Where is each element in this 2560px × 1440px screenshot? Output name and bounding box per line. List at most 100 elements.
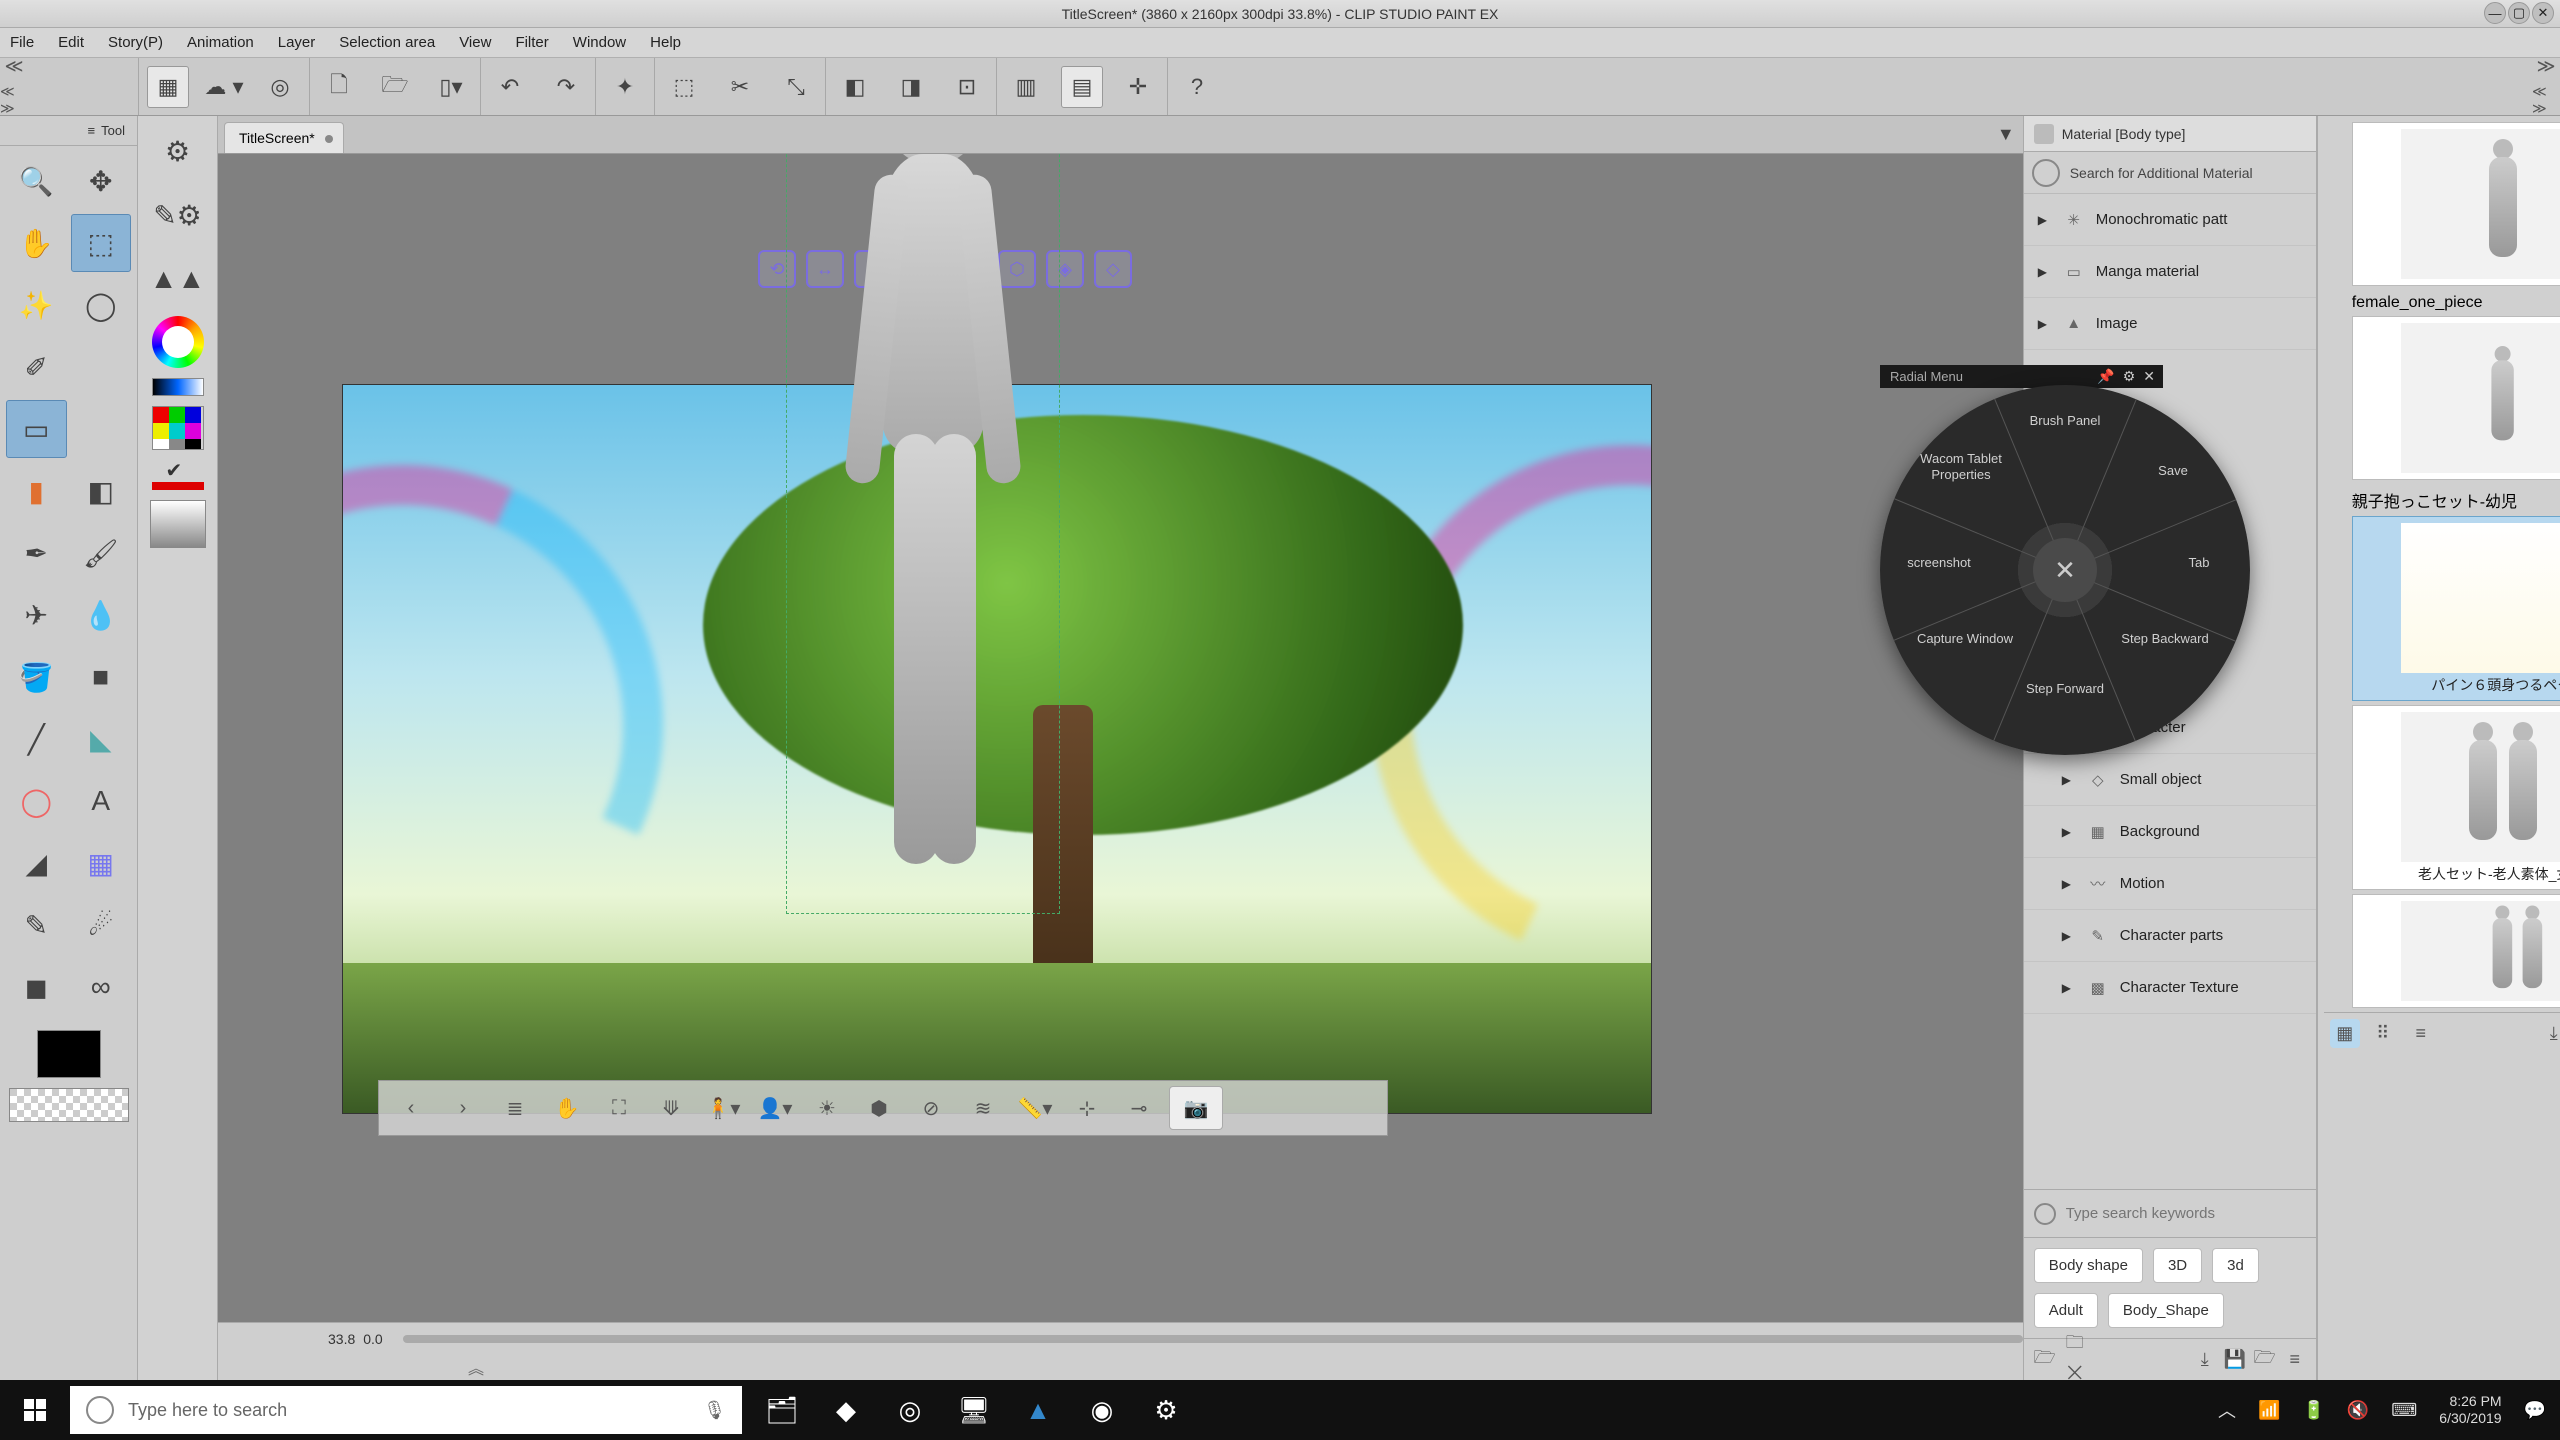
tree-item-small-object[interactable]: ▶◇Small object [2024, 754, 2316, 806]
collapse-right-icon[interactable]: ≫≪ ≫ [2532, 58, 2560, 115]
taskbar-explorer-icon[interactable]: 🗂 [750, 1380, 814, 1440]
menu-edit[interactable]: Edit [58, 34, 84, 51]
open-doc-icon[interactable]: 🗁 [374, 66, 416, 108]
tray-notifications-icon[interactable]: 💬 [2524, 1400, 2546, 1421]
undo-icon[interactable]: ↶ [489, 66, 531, 108]
tray-battery-icon[interactable]: 🔋 [2302, 1400, 2324, 1421]
snap-grid-icon[interactable]: ▥ [1005, 66, 1047, 108]
zoom-tool-icon[interactable]: 🔍 [6, 152, 67, 210]
color-history-icon[interactable] [150, 500, 206, 548]
paste-to-canvas-icon[interactable]: ⤓ [2190, 1349, 2220, 1370]
taskbar-monitor-icon[interactable]: 🖥 [942, 1380, 1006, 1440]
radial-item-step-forward[interactable]: Step Forward [2010, 681, 2120, 697]
brush-tip-icon[interactable]: ▲▲ [148, 252, 208, 306]
subtool-edit-icon[interactable]: ✎⚙ [148, 188, 208, 242]
subtool-settings-icon[interactable]: ⚙ [148, 124, 208, 178]
menu-layer[interactable]: Layer [278, 34, 316, 51]
thumb-item-4[interactable]: 老人セット-老人素体_女性 [2352, 705, 2560, 890]
menu-animation[interactable]: Animation [187, 34, 254, 51]
text-tool-icon[interactable]: A [71, 772, 132, 830]
tag-body-shape[interactable]: Body shape [2034, 1248, 2143, 1283]
obj-pose-icon[interactable]: 🧍▾ [701, 1086, 745, 1130]
color-wheel-icon[interactable] [152, 316, 204, 368]
3d-figure[interactable] [808, 154, 1038, 894]
material-search-row[interactable]: Search for Additional Material [2024, 152, 2316, 194]
fill-tool-icon[interactable]: 🪣 [6, 648, 67, 706]
taskbar-affinity-icon[interactable]: ▲ [1006, 1380, 1070, 1440]
link-tool-icon[interactable]: ∞ [71, 958, 132, 1016]
radial-item-step-backward[interactable]: Step Backward [2110, 631, 2220, 647]
focus-icon[interactable]: ✦ [604, 66, 646, 108]
menu-view[interactable]: View [459, 34, 491, 51]
blur-tool-icon[interactable]: 💧 [71, 586, 132, 644]
taskbar-search[interactable]: Type here to search 🎙 [70, 1386, 742, 1434]
obj-hide-icon[interactable]: ⊘ [909, 1086, 953, 1130]
radial-pin-icon[interactable]: 📌 [2097, 368, 2114, 385]
obj-camera-icon[interactable]: 📷 [1169, 1086, 1223, 1130]
obj-layers-icon[interactable]: ≋ [961, 1086, 1005, 1130]
operation-tool-icon[interactable]: ⬚ [71, 214, 132, 272]
radial-settings-icon[interactable]: ⚙ [2123, 368, 2136, 385]
obj-prev-icon[interactable]: ‹ [389, 1086, 433, 1130]
snap-ruler-icon[interactable]: ▤ [1061, 66, 1103, 108]
start-button[interactable] [0, 1380, 70, 1440]
canvas-viewport[interactable]: ⟲ ↔ ⤢ ✦ ⬢ ⬡ ◈ ◇ [218, 154, 2023, 1322]
expand-up-icon[interactable]: ︽ [468, 1355, 484, 1379]
color-approve-icon[interactable] [152, 460, 204, 490]
save-material-icon[interactable]: 💾 [2220, 1349, 2250, 1370]
tray-wifi-icon[interactable]: 📶 [2258, 1400, 2280, 1421]
tree-item-background[interactable]: ▶▦Background [2024, 806, 2316, 858]
taskbar-clock[interactable]: 8:26 PM 6/30/2019 [2439, 1393, 2501, 1427]
obj-bone2-icon[interactable]: ⊸ [1117, 1086, 1161, 1130]
radial-item-brush[interactable]: Brush Panel [2010, 413, 2120, 429]
zoom-slider[interactable] [403, 1335, 2023, 1343]
radial-item-save[interactable]: Save [2118, 463, 2228, 479]
keyword-search-input[interactable] [2066, 1205, 2306, 1222]
tray-volume-icon[interactable]: 🔇 [2347, 1400, 2369, 1421]
background-color-swatch[interactable] [9, 1088, 129, 1122]
eyedropper-tool-icon[interactable]: ✐ [6, 338, 67, 396]
close-button[interactable]: ✕ [2532, 2, 2554, 24]
obj-bone1-icon[interactable]: ⊹ [1065, 1086, 1109, 1130]
tree-item-motion[interactable]: ▶〰Motion [2024, 858, 2316, 910]
thumb-item-1[interactable] [2352, 316, 2560, 480]
marquee-icon[interactable]: ⊡ [946, 66, 988, 108]
tree-item-manga[interactable]: ▶▭Manga material [2024, 246, 2316, 298]
thumb-item-3[interactable]: ↗ パイン６頭身つるペタ [2352, 516, 2560, 701]
tree-item-character-texture[interactable]: ▶▩Character Texture [2024, 962, 2316, 1014]
airbrush-tool-icon[interactable]: ✈ [6, 586, 67, 644]
frame-tool-icon[interactable]: ◼ [6, 958, 67, 1016]
radial-item-tab[interactable]: Tab [2144, 555, 2254, 571]
collapse-left-icon[interactable]: ≪≪ ≫ [0, 58, 28, 115]
taskbar-settings-icon[interactable]: ⚙ [1134, 1380, 1198, 1440]
assets-icon[interactable]: ☁ ▾ [203, 66, 245, 108]
folder-icon[interactable]: 🗁 [2030, 1345, 2060, 1375]
radial-center-close[interactable]: ✕ [2033, 538, 2097, 602]
balloon-tool-icon[interactable]: ◯ [6, 772, 67, 830]
obj-body-icon[interactable]: 👤▾ [753, 1086, 797, 1130]
obj-list-icon[interactable]: ≣ [493, 1086, 537, 1130]
tone-icon[interactable]: ◧ [834, 66, 876, 108]
new-doc-icon[interactable]: 🗋 [318, 66, 360, 108]
menu-filter[interactable]: Filter [515, 34, 548, 51]
mesh-tool-icon[interactable]: ▦ [71, 834, 132, 892]
eraser-tool-icon[interactable]: ◧ [71, 462, 132, 520]
color-slider-icon[interactable] [152, 378, 204, 396]
gradient-tool-icon[interactable]: ▭ [6, 400, 67, 458]
obj-hand-icon[interactable]: ✋ [545, 1086, 589, 1130]
obj-cube-icon[interactable]: ⬢ [857, 1086, 901, 1130]
foreground-color-swatch[interactable] [37, 1030, 101, 1078]
community-icon[interactable]: ◎ [259, 66, 301, 108]
property-icon[interactable]: ≡ [2280, 1349, 2310, 1370]
transform-icon[interactable]: ⤡ [775, 66, 817, 108]
selection-icon[interactable]: ⬚ [663, 66, 705, 108]
hand-tool-icon[interactable]: ✋ [6, 214, 67, 272]
thumb-list-icon[interactable]: ≡ [2406, 1023, 2436, 1044]
folder2-icon[interactable]: 🗁 [2250, 1345, 2280, 1375]
obj-light-icon[interactable]: ☀ [805, 1086, 849, 1130]
obj-fit-icon[interactable]: ⛶ [597, 1086, 641, 1130]
taskbar-csp2-icon[interactable]: ◎ [878, 1380, 942, 1440]
tray-ime-icon[interactable]: ⌨ [2391, 1400, 2417, 1421]
menu-window[interactable]: Window [573, 34, 626, 51]
marker-tool-icon[interactable]: ▮ [6, 462, 67, 520]
